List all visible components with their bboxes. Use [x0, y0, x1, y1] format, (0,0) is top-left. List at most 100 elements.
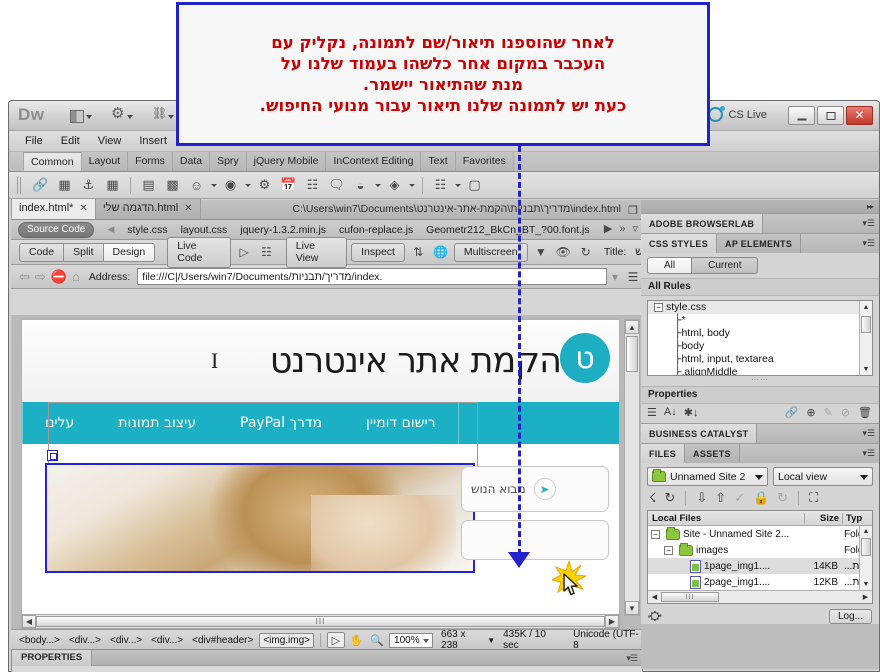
- view-select[interactable]: Local view: [773, 467, 873, 486]
- filter-all-button[interactable]: All: [647, 257, 693, 274]
- delete-property-icon[interactable]: 🗑: [858, 406, 872, 419]
- preview-browser-icon[interactable]: 🌐: [431, 243, 449, 261]
- scroll-left-icon[interactable]: ◀: [22, 615, 36, 628]
- check-in-icon[interactable]: 🔒: [753, 490, 769, 506]
- view-source-icon[interactable]: ☷: [257, 243, 275, 261]
- script-icon[interactable]: ◈: [384, 175, 405, 195]
- column-size[interactable]: Size: [804, 512, 842, 524]
- file-row[interactable]: 2page_img1.... 12KB ...ת: [648, 574, 872, 590]
- css-rules-list[interactable]: − style.css ├* ├html, body ├body ├html, …: [647, 300, 873, 376]
- related-file-cufon[interactable]: cufon-replace.js: [339, 224, 413, 236]
- panel-menu-icon[interactable]: ▾☰: [626, 653, 638, 664]
- insert-tab-data[interactable]: Data: [171, 152, 211, 171]
- side-card-intro[interactable]: ➤ מבוא הנוש: [461, 466, 609, 512]
- canvas-vertical-scrollbar[interactable]: ▲ ▼: [624, 319, 640, 616]
- insert-tab-layout[interactable]: Layout: [80, 152, 129, 171]
- category-view-icon[interactable]: ☰: [647, 406, 657, 419]
- filter-current-button[interactable]: Current: [692, 257, 759, 274]
- file-status-icon[interactable]: ⛮: [648, 608, 662, 624]
- insert-tab-common[interactable]: Common: [23, 152, 82, 171]
- maximize-button[interactable]: [817, 106, 844, 125]
- file-row[interactable]: − images Folde: [648, 542, 872, 558]
- nav-item-paypal[interactable]: מדרך PayPal: [218, 415, 344, 431]
- column-type[interactable]: Typ: [842, 512, 872, 524]
- css-rule-row[interactable]: ├body: [648, 340, 872, 353]
- related-file-jquery[interactable]: jquery-1.3.2.min.js: [240, 224, 326, 236]
- close-icon[interactable]: ✕: [79, 201, 87, 216]
- menu-insert[interactable]: Insert: [130, 135, 176, 147]
- multiscreen-button[interactable]: Multiscreen: [453, 242, 528, 262]
- zoom-select[interactable]: 100%: [389, 632, 434, 648]
- document-tab-demo[interactable]: הדגמה שלי.html ✕: [94, 199, 201, 219]
- nav-item-domain[interactable]: רישום דומיין: [344, 415, 458, 431]
- selection-handle[interactable]: [47, 450, 58, 461]
- chevron-down-icon[interactable]: [455, 183, 461, 187]
- hyperlink-broken-icon[interactable]: 🔗: [30, 175, 51, 195]
- more-files-icon[interactable]: »: [619, 223, 625, 235]
- insert-tab-incontext-editing[interactable]: InContext Editing: [325, 152, 422, 171]
- address-dropdown-icon[interactable]: ▾: [612, 270, 618, 284]
- tag-selector-div-header[interactable]: <div#header>: [189, 635, 256, 646]
- nav-item-about[interactable]: עלינו: [23, 415, 96, 431]
- live-view-button[interactable]: Live View: [285, 236, 348, 268]
- comment-icon[interactable]: 🗨: [326, 175, 347, 195]
- panel-menu-icon[interactable]: ▾☰: [862, 238, 875, 249]
- multiscreen-caret-icon[interactable]: ▼: [532, 243, 550, 261]
- insert-tab-spry[interactable]: Spry: [209, 152, 247, 171]
- inspect-mode-icon[interactable]: ▷: [235, 243, 253, 261]
- tag-chooser-icon[interactable]: ▢: [464, 175, 485, 195]
- live-code-button[interactable]: Live Code: [167, 236, 231, 268]
- layout-switcher-button[interactable]: [67, 108, 95, 125]
- cs-live-button[interactable]: CS Live: [708, 106, 767, 122]
- site-button[interactable]: [149, 107, 177, 125]
- scrollbar-thumb[interactable]: [861, 316, 871, 333]
- attach-style-sheet-icon[interactable]: 🔗: [785, 406, 799, 419]
- stop-icon[interactable]: ⛔: [51, 269, 67, 285]
- scrollbar-thumb[interactable]: [626, 336, 638, 372]
- tab-adobe-browserlab[interactable]: ADOBE BROWSERLAB: [641, 214, 764, 233]
- widget-icon[interactable]: ⚙: [254, 175, 275, 195]
- chevron-down-icon[interactable]: ▼: [487, 636, 495, 645]
- minimize-button[interactable]: [788, 106, 815, 125]
- chevron-down-icon[interactable]: [409, 183, 415, 187]
- scroll-up-icon[interactable]: ▲: [625, 320, 639, 334]
- div-tag-icon[interactable]: ▩: [162, 175, 183, 195]
- files-horizontal-scrollbar[interactable]: ◀ III ▶: [648, 590, 872, 603]
- code-view-button[interactable]: Code: [19, 242, 65, 262]
- new-css-rule-icon[interactable]: ⊕: [806, 406, 815, 419]
- chevron-down-icon[interactable]: [245, 183, 251, 187]
- table-grid-icon[interactable]: ▦: [102, 175, 123, 195]
- tab-assets[interactable]: ASSETS: [685, 444, 740, 463]
- site-select[interactable]: Unnamed Site 2: [647, 467, 768, 486]
- anchor-icon[interactable]: ⚓: [78, 175, 99, 195]
- chevron-down-icon[interactable]: [211, 183, 217, 187]
- insert-tab-forms[interactable]: Forms: [127, 152, 173, 171]
- design-view-button[interactable]: Design: [102, 242, 156, 262]
- chevron-down-icon[interactable]: [375, 183, 381, 187]
- related-file-layout-css[interactable]: layout.css: [181, 224, 228, 236]
- disable-property-icon[interactable]: ⊘: [841, 406, 850, 419]
- check-out-icon[interactable]: ✓: [734, 490, 745, 506]
- file-row[interactable]: − Site - Unnamed Site 2... Folde: [648, 526, 872, 542]
- head-icon[interactable]: ◒: [350, 175, 371, 195]
- scroll-up-icon[interactable]: ▲: [860, 526, 872, 537]
- refresh-icon[interactable]: ↻: [576, 243, 594, 261]
- related-file-source-code[interactable]: Source Code: [18, 221, 95, 238]
- home-icon[interactable]: ⌂: [72, 269, 80, 284]
- css-rule-row[interactable]: ├.alignMiddle: [648, 366, 872, 375]
- css-rule-row[interactable]: ├html, body: [648, 327, 872, 340]
- table-icon[interactable]: ▤: [138, 175, 159, 195]
- server-side-include-icon[interactable]: ☷: [302, 175, 323, 195]
- related-file-style-css[interactable]: style.css: [127, 224, 167, 236]
- close-icon[interactable]: ✕: [184, 201, 192, 216]
- menu-file[interactable]: File: [16, 135, 52, 147]
- expand-panel-icon[interactable]: ⛶: [809, 490, 818, 506]
- put-files-icon[interactable]: ⇧: [715, 490, 726, 506]
- side-card-secondary[interactable]: [461, 520, 609, 560]
- scrollbar-thumb[interactable]: III: [661, 592, 719, 602]
- panel-menu-icon[interactable]: ▾☰: [862, 448, 875, 459]
- filter-icon[interactable]: ▿: [632, 222, 638, 235]
- scroll-right-icon[interactable]: ▶: [604, 222, 612, 235]
- rendered-page[interactable]: הקמת אתר אינטרנט ט I רישום דומיין מדרך P…: [21, 319, 620, 616]
- panel-menu-icon[interactable]: ▾☰: [862, 218, 875, 229]
